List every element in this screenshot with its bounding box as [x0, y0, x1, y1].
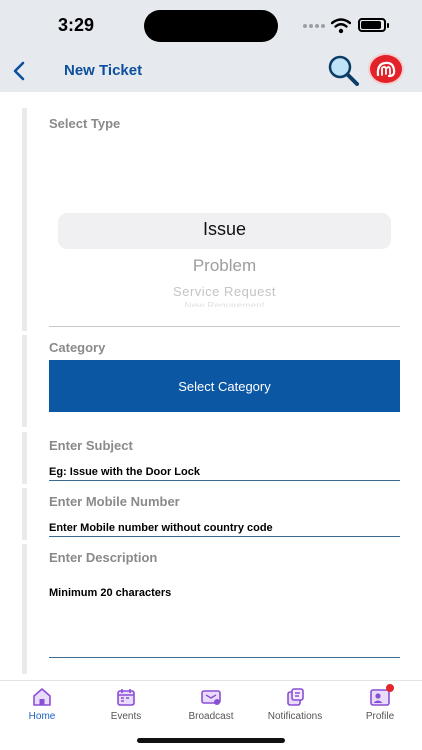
wifi-icon: [331, 18, 351, 34]
profile-icon-wrap: [370, 684, 394, 707]
home-indicator: [137, 738, 285, 743]
broadcast-icon: [201, 690, 221, 705]
tab-profile[interactable]: Profile: [338, 684, 422, 722]
tab-profile-label: Profile: [365, 711, 395, 722]
back-chevron-icon[interactable]: [8, 59, 32, 83]
select-category-button[interactable]: Select Category: [49, 360, 400, 412]
notifications-icon: [287, 688, 304, 706]
section-bar: [22, 335, 27, 427]
page-title: New Ticket: [64, 62, 143, 79]
signal-icon: [303, 24, 327, 30]
tab-events[interactable]: Events: [84, 687, 168, 722]
tab-notifications[interactable]: Notifications: [253, 687, 337, 722]
picker-option-problem[interactable]: Problem: [58, 256, 391, 276]
battery-icon: [358, 18, 389, 32]
mobile-input[interactable]: Enter Mobile number without country code: [49, 522, 400, 537]
category-label: Category: [49, 340, 106, 355]
tab-home-label: Home: [28, 711, 56, 722]
section-bar: [22, 544, 27, 674]
section-bar: [22, 488, 27, 540]
tab-broadcast[interactable]: Broadcast: [169, 687, 253, 722]
home-icon: [33, 688, 51, 706]
avatar[interactable]: [368, 53, 404, 85]
calendar-icon: [117, 689, 135, 706]
subject-label: Enter Subject: [49, 438, 133, 453]
section-bar: [22, 432, 27, 484]
mobile-label: Enter Mobile Number: [49, 494, 180, 509]
tab-broadcast-label: Broadcast: [188, 711, 234, 722]
dynamic-island: [144, 10, 278, 42]
select-type-label: Select Type: [49, 116, 121, 131]
search-icon[interactable]: [326, 53, 360, 87]
picker-option-service-request[interactable]: Service Request: [58, 284, 391, 299]
tab-events-label: Events: [110, 711, 142, 722]
tab-home[interactable]: Home: [0, 687, 84, 722]
nav-bar: New Ticket: [0, 50, 422, 92]
picker-option-new-requirement[interactable]: New Requirement: [58, 301, 391, 307]
profile-badge: [386, 684, 394, 692]
divider: [49, 326, 400, 327]
brand-logo-icon: [376, 61, 396, 78]
subject-input[interactable]: Eg: Issue with the Door Lock: [49, 466, 400, 481]
description-label: Enter Description: [49, 550, 158, 565]
description-input[interactable]: Minimum 20 characters: [49, 587, 400, 658]
tab-notifications-label: Notifications: [267, 711, 323, 722]
status-time: 3:29: [58, 15, 95, 35]
picker-option-issue[interactable]: Issue: [58, 219, 391, 240]
section-bar: [22, 108, 27, 331]
status-bar: 3:29: [0, 0, 422, 50]
